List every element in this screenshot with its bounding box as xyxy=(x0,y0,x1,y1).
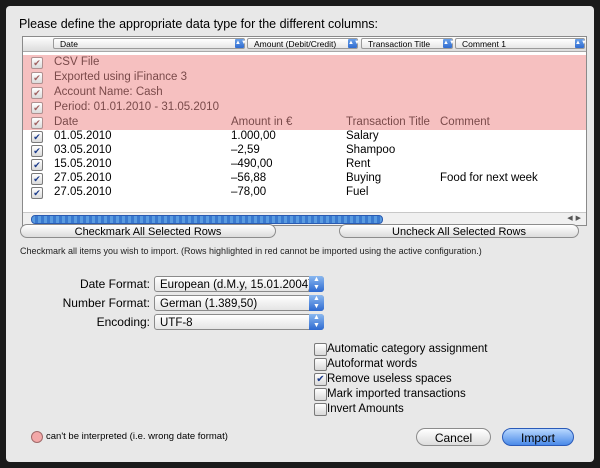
encoding-select[interactable]: UTF-8 ▲ ▼ xyxy=(154,314,324,330)
cell-date: 01.05.2010 xyxy=(54,130,112,142)
number-format-select[interactable]: German (1.389,50) ▲ ▼ xyxy=(154,295,324,311)
column-type-label: Date xyxy=(60,39,78,49)
popup-arrows-icon: ▲▼ xyxy=(235,39,247,48)
column-type-select-4[interactable]: Comment 1 ▲▼ xyxy=(455,38,587,49)
row-checkbox[interactable]: ✔ xyxy=(31,173,43,185)
cell-date: CSV File xyxy=(54,56,100,68)
cancel-button[interactable]: Cancel xyxy=(416,428,491,446)
cell-title: Transaction Title xyxy=(346,116,430,128)
date-format-value: European (d.M.y, 15.01.2004) xyxy=(160,279,312,291)
column-type-label: Transaction Title xyxy=(368,39,431,49)
encoding-value: UTF-8 xyxy=(160,317,193,329)
table-row-invalid[interactable]: ✔ Date Amount in € Transaction Title Com… xyxy=(23,115,586,130)
cell-comment: Food for next week xyxy=(440,172,538,184)
row-checkbox[interactable]: ✔ xyxy=(31,117,43,129)
invalid-legend-dot xyxy=(31,431,43,443)
cell-date: 27.05.2010 xyxy=(54,186,112,198)
encoding-label: Encoding: xyxy=(96,315,150,329)
table-row-invalid[interactable]: ✔ Exported using iFinance 3 xyxy=(23,70,586,85)
date-format-select[interactable]: European (d.M.y, 15.01.2004) ▲ ▼ xyxy=(154,276,324,292)
column-type-select-1[interactable]: Date ▲▼ xyxy=(53,38,247,49)
table-row[interactable]: ✔ 03.05.2010 –2,59 Shampoo xyxy=(23,143,586,158)
cell-date: Account Name: Cash xyxy=(54,86,163,98)
row-checkbox[interactable]: ✔ xyxy=(31,102,43,114)
cell-date: 15.05.2010 xyxy=(54,158,112,170)
table-row-invalid[interactable]: ✔ Account Name: Cash xyxy=(23,85,586,100)
cell-amount: Amount in € xyxy=(231,116,293,128)
uncheck-all-button[interactable]: Uncheck All Selected Rows xyxy=(339,224,579,238)
cell-amount: –78,00 xyxy=(231,186,267,198)
cell-amount: –2,59 xyxy=(231,144,260,156)
number-format-value: German (1.389,50) xyxy=(160,298,258,310)
popup-arrows-icon: ▲▼ xyxy=(309,295,324,311)
column-type-select-2[interactable]: Amount (Debit/Credit) ▲▼ xyxy=(247,38,360,49)
option-label: Automatic category assignment xyxy=(327,343,488,355)
dialog-title: Please define the appropriate data type … xyxy=(19,17,379,31)
scroll-thumb[interactable] xyxy=(31,215,383,224)
checkbox[interactable] xyxy=(314,388,327,401)
column-header-bar: Date ▲▼ Amount (Debit/Credit) ▲▼ Transac… xyxy=(23,37,586,52)
cell-amount: –56,88 xyxy=(231,172,267,184)
cell-title: Buying xyxy=(346,172,382,184)
row-checkbox[interactable]: ✔ xyxy=(31,57,43,69)
cell-title: Salary xyxy=(346,130,379,142)
cell-date: 27.05.2010 xyxy=(54,172,112,184)
cell-date: 03.05.2010 xyxy=(54,144,112,156)
option-label: Remove useless spaces xyxy=(327,373,452,385)
checkbox-checked[interactable]: ✔ xyxy=(314,373,327,386)
popup-arrows-icon: ▲▼ xyxy=(443,39,455,48)
table-row[interactable]: ✔ 27.05.2010 –78,00 Fuel xyxy=(23,185,586,200)
cell-date: Date xyxy=(54,116,79,128)
column-type-label: Amount (Debit/Credit) xyxy=(254,39,337,49)
row-checkbox[interactable]: ✔ xyxy=(31,187,43,199)
cell-amount: –490,00 xyxy=(231,158,273,170)
popup-arrows-icon: ▲▼ xyxy=(309,276,324,292)
invalid-legend-text: can't be interpreted (i.e. wrong date fo… xyxy=(46,431,228,442)
option-label: Mark imported transactions xyxy=(327,388,466,400)
cell-title: Rent xyxy=(346,158,371,170)
table-row-invalid[interactable]: ✔ CSV File xyxy=(23,55,586,70)
cell-amount: 1.000,00 xyxy=(231,130,276,142)
popup-arrows-icon: ▲▼ xyxy=(575,39,587,48)
option-label: Invert Amounts xyxy=(327,403,404,415)
checkmark-all-button[interactable]: Checkmark All Selected Rows xyxy=(20,224,276,238)
row-checkbox[interactable]: ✔ xyxy=(31,131,43,143)
data-table: Date ▲▼ Amount (Debit/Credit) ▲▼ Transac… xyxy=(22,36,587,226)
row-checkbox[interactable]: ✔ xyxy=(31,87,43,99)
date-format-label: Date Format: xyxy=(79,277,150,291)
cell-date: Exported using iFinance 3 xyxy=(54,71,187,83)
checkbox[interactable] xyxy=(314,358,327,371)
column-type-select-3[interactable]: Transaction Title ▲▼ xyxy=(361,38,455,49)
table-row[interactable]: ✔ 15.05.2010 –490,00 Rent xyxy=(23,157,586,172)
popup-arrows-icon: ▲▼ xyxy=(348,39,360,48)
import-hint: Checkmark all items you wish to import. … xyxy=(20,246,482,256)
column-type-label: Comment 1 xyxy=(462,39,506,49)
row-checkbox[interactable]: ✔ xyxy=(31,72,43,84)
row-checkbox[interactable]: ✔ xyxy=(31,145,43,157)
table-row[interactable]: ✔ 27.05.2010 –56,88 Buying Food for next… xyxy=(23,171,586,186)
cell-date: Period: 01.01.2010 - 31.05.2010 xyxy=(54,101,219,113)
popup-arrows-icon: ▲▼ xyxy=(309,314,324,330)
checkbox[interactable] xyxy=(314,343,327,356)
cell-title: Fuel xyxy=(346,186,369,198)
scroll-arrows-icon[interactable]: ◀▶ xyxy=(567,214,584,222)
checkbox[interactable] xyxy=(314,403,327,416)
import-button[interactable]: Import xyxy=(502,428,574,446)
row-checkbox[interactable]: ✔ xyxy=(31,159,43,171)
cell-title: Shampoo xyxy=(346,144,396,156)
option-label: Autoformat words xyxy=(327,358,418,370)
table-row-invalid[interactable]: ✔ Period: 01.01.2010 - 31.05.2010 xyxy=(23,100,586,115)
number-format-label: Number Format: xyxy=(62,296,150,310)
import-dialog: Please define the appropriate data type … xyxy=(6,6,594,462)
table-row[interactable]: ✔ 01.05.2010 1.000,00 Salary xyxy=(23,129,586,144)
cell-comment: Comment xyxy=(440,116,490,128)
